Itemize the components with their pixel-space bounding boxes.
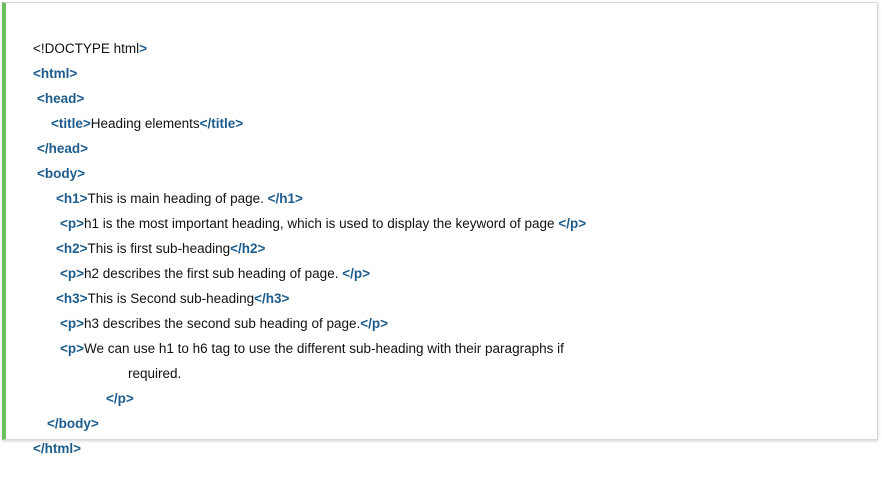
title-text: Heading elements [90, 116, 200, 131]
code-line-h3: <h3>This is Second sub-heading</h3> [41, 261, 289, 306]
p4-close-tag: </p> [106, 391, 134, 406]
code-line-h1: <h1>This is main heading of page. </h1> [41, 161, 303, 206]
code-line-title: <title>Heading elements</title> [36, 86, 243, 131]
code-line-doctype: <!DOCTYPE html> [18, 11, 147, 56]
doctype-tag-close: > [139, 41, 148, 56]
code-line-p3: <p>h3 describes the second sub heading o… [45, 286, 388, 331]
p4-text-continued: required. [128, 366, 182, 381]
code-line-h2: <h2>This is first sub-heading</h2> [41, 211, 265, 256]
code-line-html-close: </html> [18, 411, 81, 456]
code-line-head-close: </head> [22, 111, 88, 156]
code-line-p2: <p>h2 describes the first sub heading of… [45, 236, 370, 281]
p4-open-tag: <p> [60, 341, 85, 356]
p1-close-tag: </p> [558, 216, 587, 231]
title-close-tag: </title> [199, 116, 244, 131]
code-line-p1: <p>h1 is the most important heading, whi… [45, 186, 586, 231]
code-line-body-open: <body> [22, 136, 85, 181]
p2-close-tag: </p> [342, 266, 370, 281]
code-line-body-close: </body> [32, 386, 99, 431]
html-close-tag: </html> [33, 441, 82, 456]
code-example-box: <!DOCTYPE html> <html> <head> <title>Hea… [2, 2, 878, 456]
code-line-p4-close: </p> [91, 361, 134, 406]
code-line-p4: <p>We can use h1 to h6 tag to use the di… [45, 311, 564, 356]
code-line-p4-continued: required. [113, 336, 181, 381]
code-line-html-open: <html> [18, 36, 77, 81]
code-line-head-open: <head> [22, 61, 84, 106]
